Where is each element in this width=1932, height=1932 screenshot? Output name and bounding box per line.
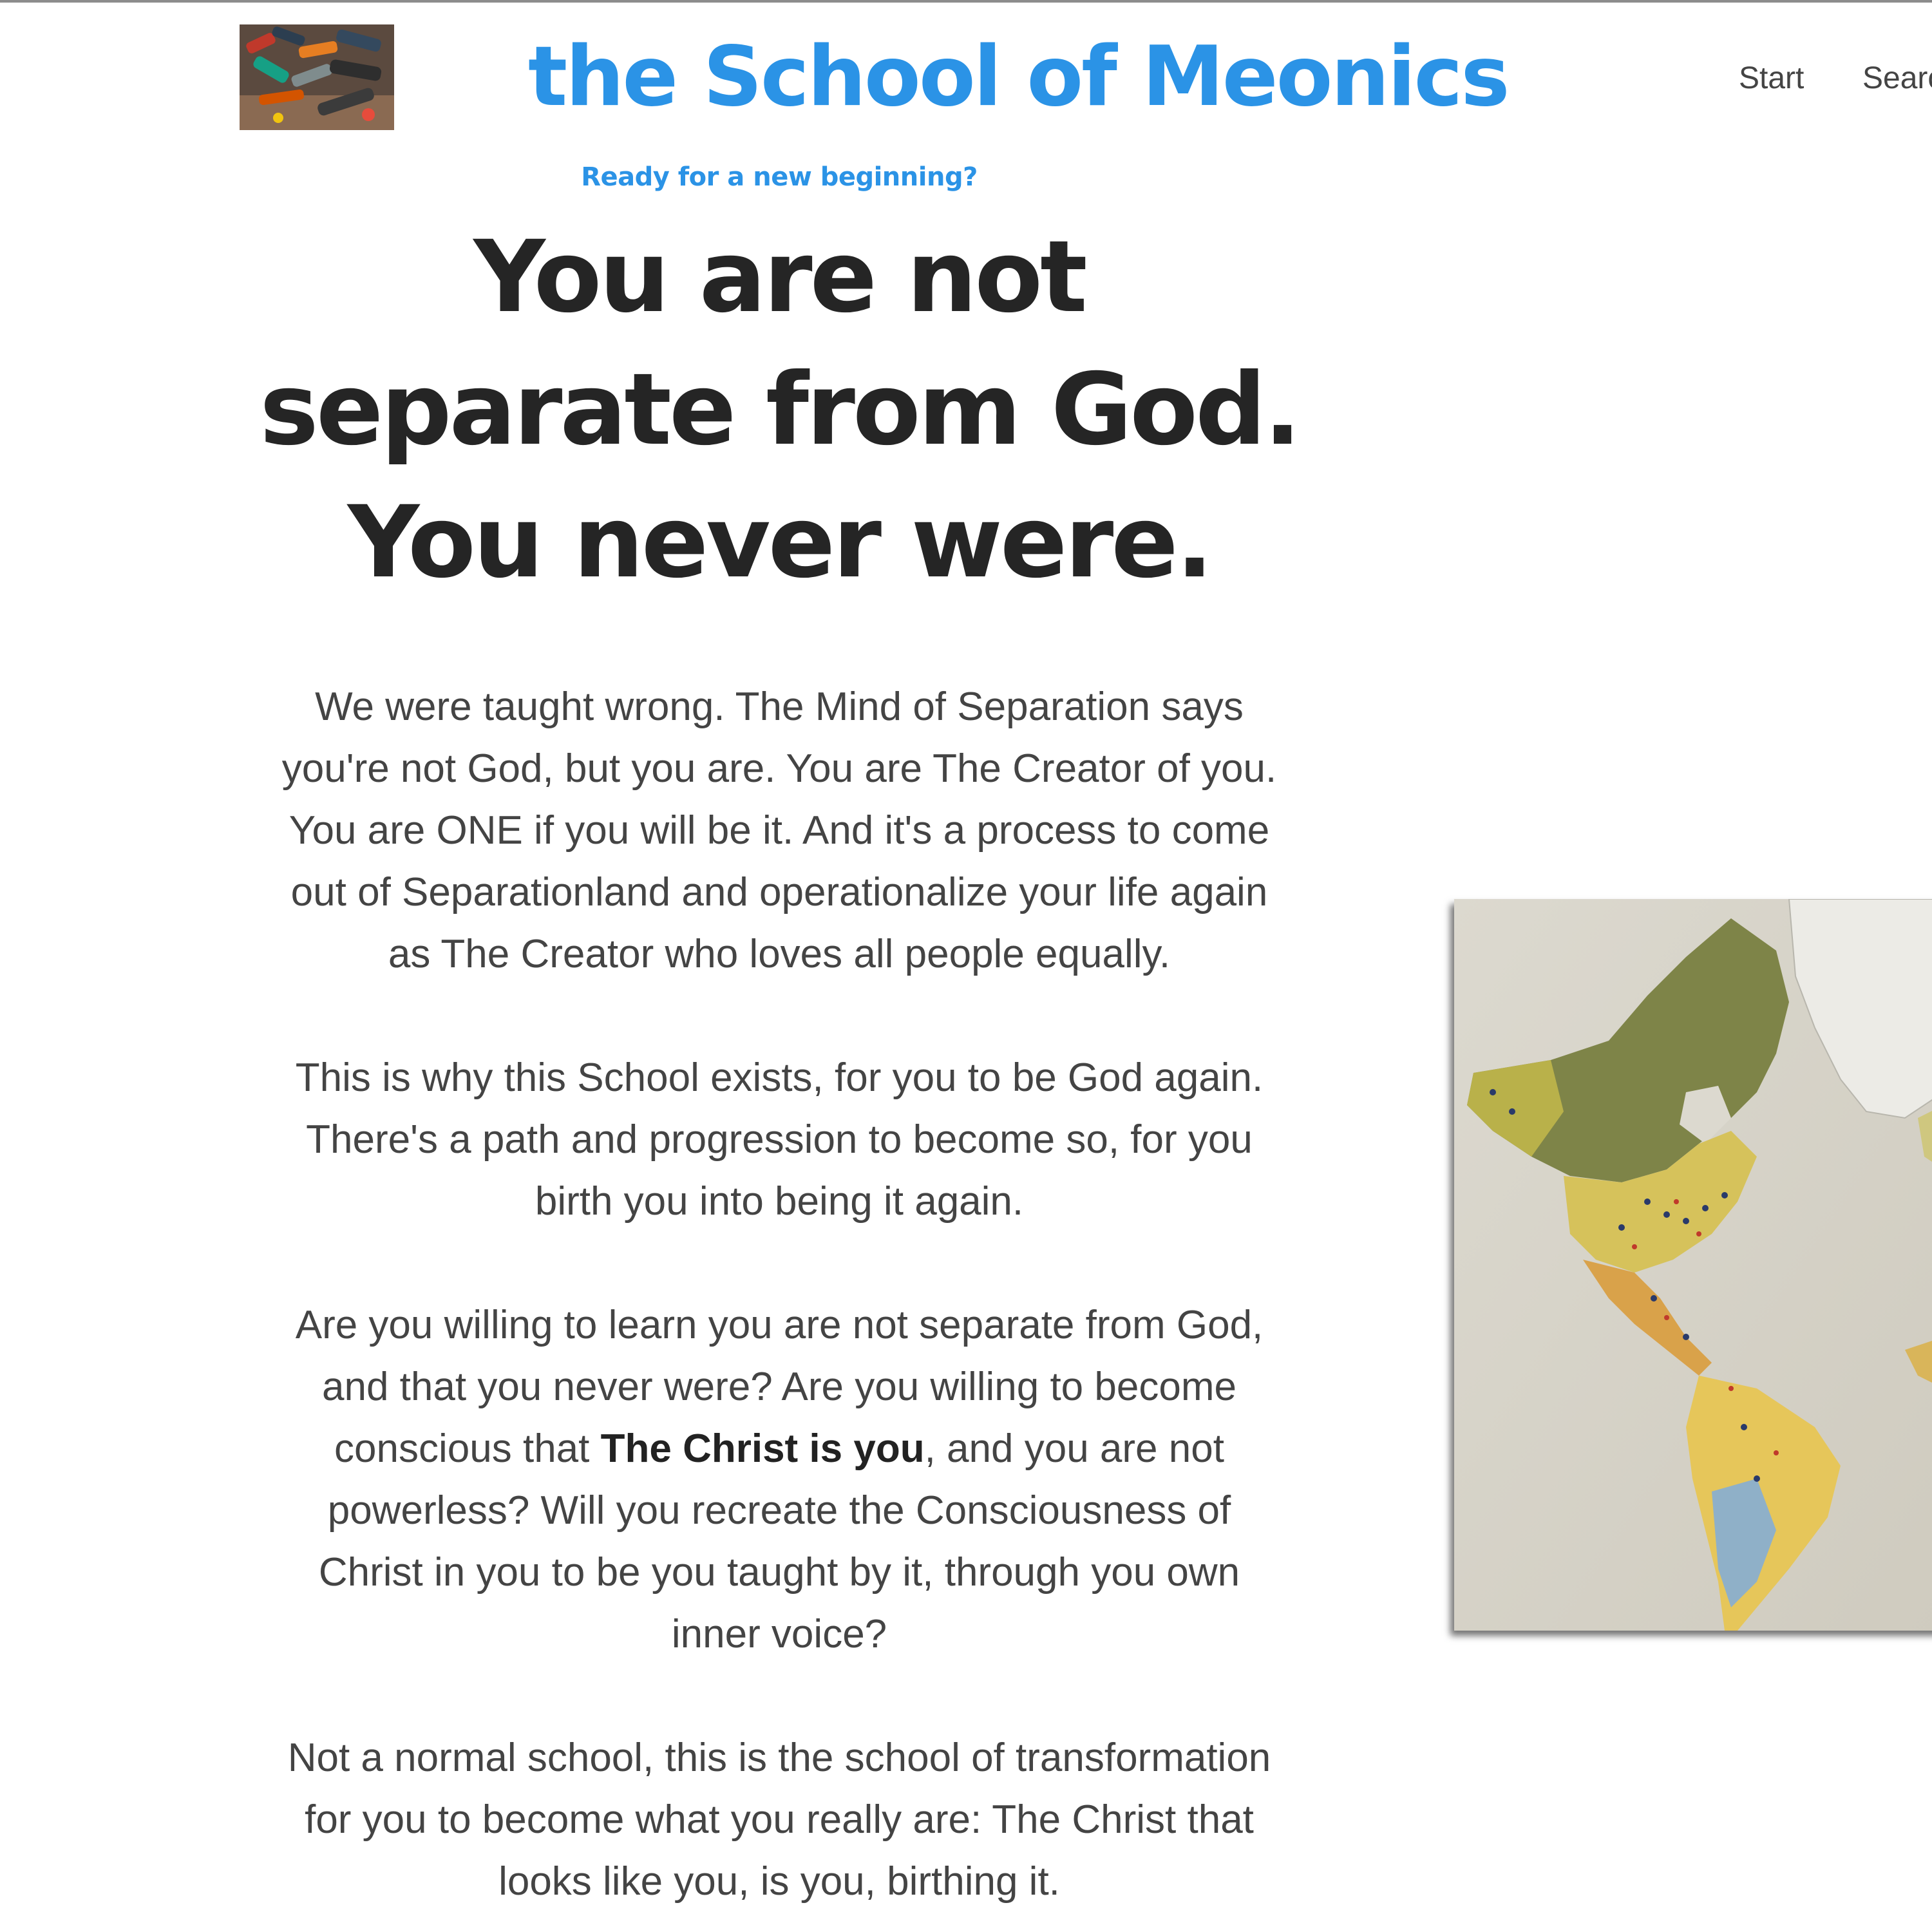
text-line: powerless? Will you recreate the Conscio… [327,1488,1231,1533]
text-line: for you to become what you really are: T… [305,1797,1254,1842]
text-line: conscious that [334,1426,601,1471]
text-line: out of Separationland and operationalize… [290,870,1268,914]
world-map-image [1454,899,1932,1631]
paragraph-4: Not a normal school, this is the school … [245,1727,1314,1913]
body-text: We were taught wrong. The Mind of Separa… [245,676,1314,1913]
text-line: looks like you, is you, birthing it. [498,1859,1060,1904]
tagline: Ready for a new beginning? [581,162,978,192]
site-title[interactable]: the School of Meonics [528,21,1558,134]
hero-headline: You are not separate from God. You never… [245,211,1314,609]
top-border [0,0,1932,3]
top-navigation: Start Search [1642,53,1932,104]
paragraph-3: Are you willing to learn you are not sep… [245,1294,1314,1665]
headline-line: You are not [473,220,1087,335]
headline-line: You never were. [347,485,1214,600]
text-line: There's a path and progression to become… [306,1117,1253,1162]
text-line: , and you are not [924,1426,1224,1471]
text-line: inner voice? [671,1612,887,1656]
nav-search-link[interactable]: Search [1862,53,1932,104]
text-line: This is why this School exists, for you … [295,1056,1264,1100]
main-content: Ready for a new beginning? You are not s… [245,155,1314,1932]
text-line: birth you into being it again. [535,1179,1024,1224]
text-line: You are ONE if you will be it. And it's … [289,808,1270,853]
paragraph-2: This is why this School exists, for you … [245,1047,1314,1233]
text-line: you're not God, but you are. You are The… [281,746,1277,791]
text-line: We were taught wrong. The Mind of Separa… [315,685,1244,729]
text-line: Not a normal school, this is the school … [287,1736,1271,1780]
paragraph-1: We were taught wrong. The Mind of Separa… [245,676,1314,985]
text-line: and that you never were? Are you willing… [322,1365,1236,1409]
headline-line: separate from God. [260,352,1302,468]
emphasis-christ-is-you: The Christ is you [600,1426,925,1471]
text-line: Are you willing to learn you are not sep… [295,1303,1264,1347]
nav-start-link[interactable]: Start [1739,53,1804,104]
text-line: as The Creator who loves all people equa… [388,932,1171,976]
site-logo-image[interactable] [240,24,394,130]
text-line: Christ in you to be you taught by it, th… [318,1550,1240,1595]
